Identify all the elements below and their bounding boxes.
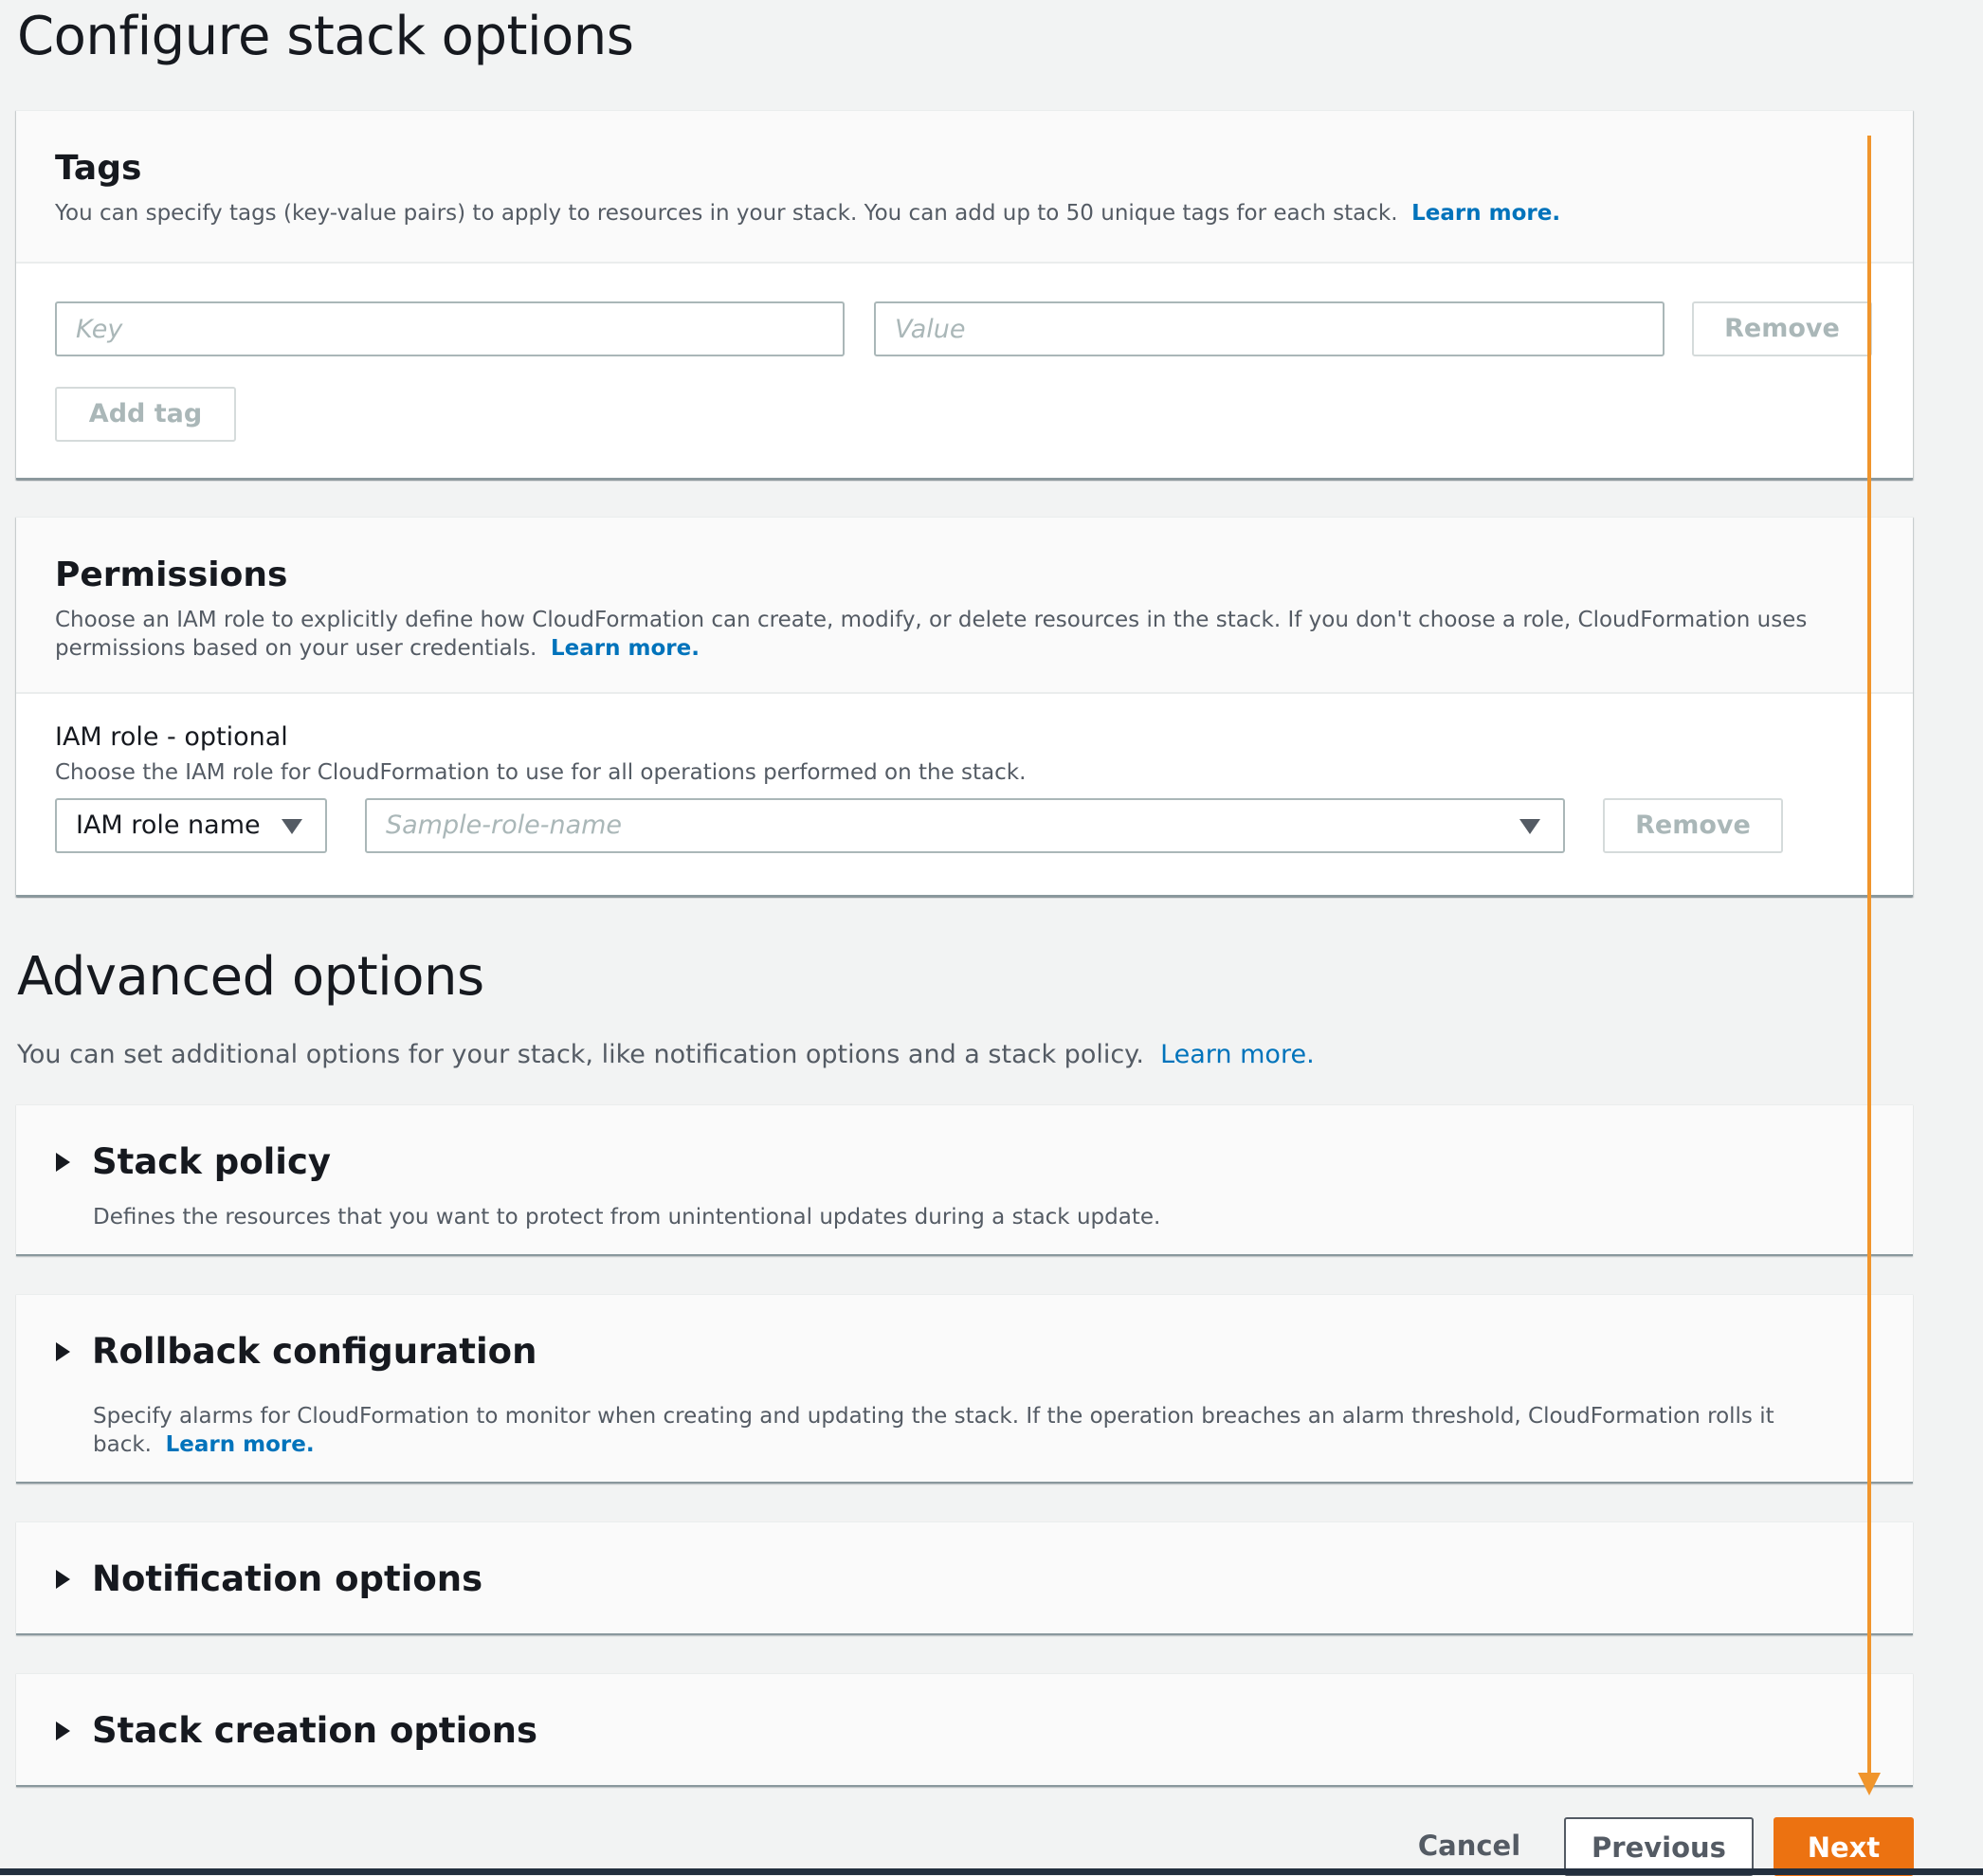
tags-header: Tags You can specify tags (key-value pai… xyxy=(16,111,1913,228)
page-title: Configure stack options xyxy=(17,6,634,67)
caret-right-icon xyxy=(56,1569,70,1589)
bottom-bar xyxy=(0,1868,1983,1875)
role-type-select[interactable]: IAM role name xyxy=(55,798,327,853)
role-name-select[interactable]: Sample-role-name xyxy=(365,798,1565,853)
rollback-description-text: Specify alarms for CloudFormation to mon… xyxy=(93,1404,1774,1457)
tags-description-text: You can specify tags (key-value pairs) t… xyxy=(55,201,1398,226)
tags-title: Tags xyxy=(55,149,142,188)
rollback-configuration-header[interactable]: Rollback configuration xyxy=(56,1331,537,1372)
permissions-body: IAM role - optional Choose the IAM role … xyxy=(16,692,1913,895)
role-remove-button[interactable]: Remove xyxy=(1603,798,1783,853)
permissions-panel: Permissions Choose an IAM role to explic… xyxy=(16,517,1913,897)
add-tag-button[interactable]: Add tag xyxy=(55,387,236,442)
role-type-selected-value: IAM role name xyxy=(76,811,261,840)
permissions-description-text: Choose an IAM role to explicitly define … xyxy=(55,608,1808,661)
stack-creation-options-title: Stack creation options xyxy=(92,1710,538,1751)
advanced-options-description: You can set additional options for your … xyxy=(17,1040,1315,1069)
annotation-arrow-line xyxy=(1867,136,1871,1776)
notification-options-header[interactable]: Notification options xyxy=(56,1558,482,1599)
rollback-configuration-expander[interactable]: Rollback configuration Specify alarms fo… xyxy=(16,1294,1913,1484)
caret-right-icon xyxy=(56,1152,70,1172)
permissions-header: Permissions Choose an IAM role to explic… xyxy=(16,518,1913,663)
stack-policy-title: Stack policy xyxy=(92,1141,332,1182)
stack-policy-expander[interactable]: Stack policy Defines the resources that … xyxy=(16,1104,1913,1256)
permissions-title: Permissions xyxy=(55,556,288,594)
next-button[interactable]: Next xyxy=(1774,1817,1914,1876)
advanced-description-text: You can set additional options for your … xyxy=(17,1040,1144,1069)
tags-panel: Tags You can specify tags (key-value pai… xyxy=(16,110,1913,480)
stack-policy-header[interactable]: Stack policy xyxy=(56,1141,331,1182)
caret-right-icon xyxy=(56,1721,70,1740)
stack-creation-options-expander[interactable]: Stack creation options xyxy=(16,1673,1913,1787)
rollback-configuration-title: Rollback configuration xyxy=(92,1331,537,1372)
stack-creation-options-header[interactable]: Stack creation options xyxy=(56,1710,537,1751)
tag-remove-button[interactable]: Remove xyxy=(1692,301,1872,356)
tag-value-input[interactable] xyxy=(874,301,1665,356)
iam-role-help: Choose the IAM role for CloudFormation t… xyxy=(55,760,1027,785)
chevron-down-icon xyxy=(1519,819,1540,834)
chevron-down-icon xyxy=(282,819,302,834)
notification-options-title: Notification options xyxy=(92,1558,483,1599)
stack-policy-description: Defines the resources that you want to p… xyxy=(93,1205,1161,1229)
rollback-configuration-description: Specify alarms for CloudFormation to mon… xyxy=(93,1402,1818,1459)
tags-body: Remove Add tag xyxy=(16,262,1913,478)
tags-learn-more-link[interactable]: Learn more. xyxy=(1411,201,1560,226)
advanced-options-heading: Advanced options xyxy=(17,946,484,1008)
tag-key-input[interactable] xyxy=(55,301,845,356)
tags-description: You can specify tags (key-value pairs) t… xyxy=(55,199,1874,228)
cancel-button[interactable]: Cancel xyxy=(1403,1817,1536,1876)
role-name-placeholder: Sample-role-name xyxy=(386,811,623,840)
permissions-description: Choose an IAM role to explicitly define … xyxy=(55,606,1874,663)
caret-right-icon xyxy=(56,1341,70,1361)
previous-button[interactable]: Previous xyxy=(1564,1817,1754,1876)
rollback-learn-more-link[interactable]: Learn more. xyxy=(166,1432,315,1457)
notification-options-expander[interactable]: Notification options xyxy=(16,1521,1913,1635)
advanced-learn-more-link[interactable]: Learn more. xyxy=(1160,1040,1315,1069)
iam-role-label: IAM role - optional xyxy=(55,722,288,752)
annotation-arrow-head-icon xyxy=(1858,1773,1881,1795)
permissions-learn-more-link[interactable]: Learn more. xyxy=(551,636,700,661)
